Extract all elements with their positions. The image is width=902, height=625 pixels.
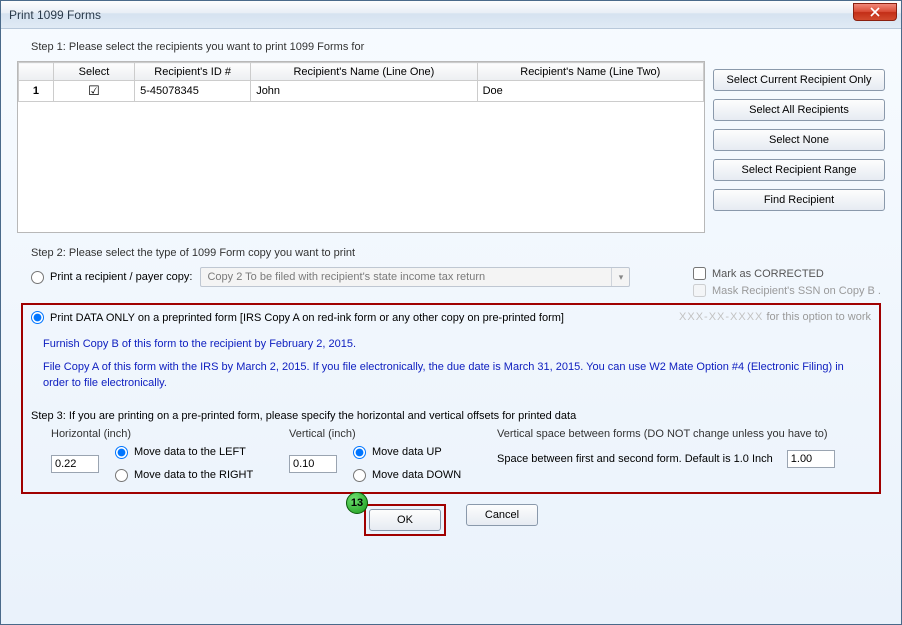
vspace-text: Space between first and second form. Def…	[497, 453, 773, 465]
move-right-label: Move data to the RIGHT	[134, 469, 253, 481]
furnish-note: Furnish Copy B of this form to the recip…	[43, 336, 871, 353]
recipient-table: Select Recipient's ID # Recipient's Name…	[18, 62, 704, 102]
titlebar: Print 1099 Forms	[1, 1, 901, 29]
step2-right: Mark as CORRECTED Mask Recipient's SSN o…	[693, 267, 885, 297]
checkmark-icon: ☑	[59, 83, 129, 99]
print-recipient-radio-row[interactable]: Print a recipient / payer copy:	[31, 271, 192, 284]
col-header-name2[interactable]: Recipient's Name (Line Two)	[477, 63, 703, 81]
print-preprinted-radio[interactable]	[31, 311, 44, 324]
offset-row: Horizontal (inch) Move data to the LEFT	[51, 428, 863, 482]
annotation-badge: 13	[346, 492, 368, 514]
print-preprinted-label: Print DATA ONLY on a preprinted form [IR…	[50, 312, 564, 324]
print-recipient-radio[interactable]	[31, 271, 44, 284]
move-down-row[interactable]: Move data DOWN	[353, 469, 461, 482]
step3-group: Step 3: If you are printing on a pre-pri…	[31, 410, 871, 482]
row-id: 5-45078345	[135, 81, 251, 102]
step1-label: Step 1: Please select the recipients you…	[31, 41, 885, 53]
move-up-radio[interactable]	[353, 446, 366, 459]
move-left-row[interactable]: Move data to the LEFT	[115, 446, 253, 459]
select-current-button[interactable]: Select Current Recipient Only	[713, 69, 885, 91]
select-none-button[interactable]: Select None	[713, 129, 885, 151]
mark-corrected-check[interactable]: Mark as CORRECTED	[693, 267, 881, 280]
chevron-down-icon: ▾	[611, 268, 629, 286]
select-all-button[interactable]: Select All Recipients	[713, 99, 885, 121]
table-row[interactable]: 1 ☑ 5-45078345 John Doe	[19, 81, 704, 102]
recipient-table-wrap[interactable]: Select Recipient's ID # Recipient's Name…	[17, 61, 705, 233]
cancel-button[interactable]: Cancel	[466, 504, 538, 526]
find-recipient-button[interactable]: Find Recipient	[713, 189, 885, 211]
col-header-select[interactable]: Select	[53, 63, 134, 81]
col-header-index[interactable]	[19, 63, 54, 81]
close-button[interactable]	[853, 3, 897, 21]
mark-corrected-checkbox[interactable]	[693, 267, 706, 280]
mask-ssn-label: Mask Recipient's SSN on Copy B .	[712, 285, 881, 297]
col-header-id[interactable]: Recipient's ID #	[135, 63, 251, 81]
row-name2: Doe	[477, 81, 703, 102]
vspace-input[interactable]	[787, 450, 835, 468]
client-area: Step 1: Please select the recipients you…	[1, 29, 901, 544]
dialog-window: Print 1099 Forms Step 1: Please select t…	[0, 0, 902, 625]
move-up-row[interactable]: Move data UP	[353, 446, 461, 459]
preprinted-row: Print DATA ONLY on a preprinted form [IR…	[31, 311, 871, 324]
move-down-label: Move data DOWN	[372, 469, 461, 481]
copy-type-combo[interactable]: Copy 2 To be filed with recipient's stat…	[200, 267, 630, 287]
preprint-note-suffix: for this option to work	[763, 311, 871, 323]
mask-ssn-checkbox	[693, 284, 706, 297]
window-title: Print 1099 Forms	[9, 8, 101, 22]
preprint-note: XXX-XX-XXXX for this option to work	[679, 311, 871, 323]
step1-row: Select Recipient's ID # Recipient's Name…	[17, 61, 885, 233]
vspace-legend: Vertical space between forms (DO NOT cha…	[497, 428, 863, 440]
mark-corrected-label: Mark as CORRECTED	[712, 268, 824, 280]
vspace-fieldset: Vertical space between forms (DO NOT cha…	[497, 428, 863, 482]
preprinted-radio-row[interactable]: Print DATA ONLY on a preprinted form [IR…	[31, 311, 667, 324]
print-recipient-label: Print a recipient / payer copy:	[50, 271, 192, 283]
step1-buttons: Select Current Recipient Only Select All…	[713, 61, 885, 211]
bottom-buttons: 13 OK Cancel	[17, 504, 885, 536]
vertical-legend: Vertical (inch)	[289, 428, 479, 440]
file-note: File Copy A of this form with the IRS by…	[43, 359, 871, 392]
row-select-cell[interactable]: ☑	[53, 81, 134, 102]
move-right-radio[interactable]	[115, 469, 128, 482]
select-range-button[interactable]: Select Recipient Range	[713, 159, 885, 181]
move-down-radio[interactable]	[353, 469, 366, 482]
col-header-name1[interactable]: Recipient's Name (Line One)	[251, 63, 477, 81]
mask-ssn-check[interactable]: Mask Recipient's SSN on Copy B .	[693, 284, 881, 297]
step3-label: Step 3: If you are printing on a pre-pri…	[31, 410, 871, 422]
step2-left: Print a recipient / payer copy: Copy 2 T…	[31, 267, 630, 287]
ok-highlight: 13 OK	[364, 504, 446, 536]
horizontal-legend: Horizontal (inch)	[51, 428, 271, 440]
step2-label: Step 2: Please select the type of 1099 F…	[31, 247, 885, 259]
row-name1: John	[251, 81, 477, 102]
vertical-input[interactable]	[289, 455, 337, 473]
horizontal-input[interactable]	[51, 455, 99, 473]
row-index: 1	[19, 81, 54, 102]
x-pattern: XXX-XX-XXXX	[679, 311, 763, 323]
horizontal-fieldset: Horizontal (inch) Move data to the LEFT	[51, 428, 271, 482]
vertical-fieldset: Vertical (inch) Move data UP Mov	[289, 428, 479, 482]
step2-row: Print a recipient / payer copy: Copy 2 T…	[17, 267, 885, 297]
move-right-row[interactable]: Move data to the RIGHT	[115, 469, 253, 482]
highlight-box: Print DATA ONLY on a preprinted form [IR…	[21, 303, 881, 494]
move-left-label: Move data to the LEFT	[134, 446, 246, 458]
move-up-label: Move data UP	[372, 446, 442, 458]
move-left-radio[interactable]	[115, 446, 128, 459]
close-icon	[870, 7, 880, 17]
ok-button[interactable]: OK	[369, 509, 441, 531]
combo-value: Copy 2 To be filed with recipient's stat…	[207, 271, 485, 283]
